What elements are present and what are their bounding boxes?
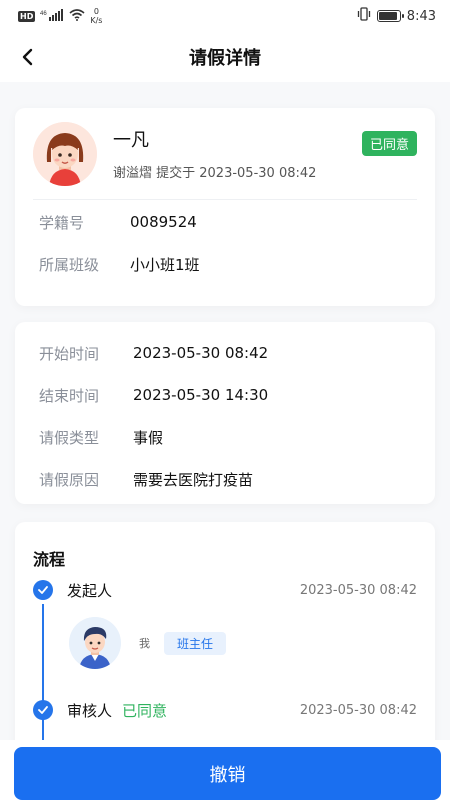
boy-avatar-icon <box>69 617 121 669</box>
step-time: 2023-05-30 08:42 <box>299 582 417 598</box>
girl-avatar-icon <box>33 121 97 186</box>
field-label: 所属班级 <box>39 255 100 274</box>
field-value: 事假 <box>133 428 164 447</box>
revoke-button[interactable]: 撤销 <box>14 747 441 800</box>
field-label: 学籍号 <box>39 213 85 232</box>
field-leave-type: 请假类型 事假 <box>39 416 411 458</box>
submitted-info: 谢溢熠 提交于 2023-05-30 08:42 <box>113 166 317 181</box>
field-student-id: 学籍号 0089524 <box>33 201 417 243</box>
field-value: 小小班1班 <box>130 255 200 274</box>
clock: 8:43 <box>406 8 436 24</box>
field-end-time: 结束时间 2023-05-30 14:30 <box>39 374 411 416</box>
vibrate-icon <box>357 7 371 25</box>
field-value: 需要去医院打疫苗 <box>133 470 254 489</box>
field-class: 所属班级 小小班1班 <box>33 243 417 285</box>
page-title: 请假详情 <box>189 48 261 69</box>
signal-icon: 46 <box>40 8 64 24</box>
check-icon <box>33 580 53 600</box>
field-value: 2023-05-30 14:30 <box>133 386 269 404</box>
step-label: 审核人 <box>67 701 113 720</box>
field-label: 结束时间 <box>39 386 100 405</box>
chevron-left-icon <box>22 48 33 66</box>
student-info: 一凡 谢溢熠 提交于 2023-05-30 08:42 <box>113 126 316 181</box>
process-timeline: 发起人 2023-05-30 08:42 我 班主任 审核人 已同意 2023-… <box>33 578 417 774</box>
status-right: 8:43 <box>357 7 436 25</box>
field-label: 开始时间 <box>39 344 100 363</box>
back-button[interactable] <box>12 41 44 73</box>
process-title: 流程 <box>33 550 66 569</box>
step-label: 发起人 <box>67 581 113 600</box>
student-name: 一凡 <box>113 130 149 151</box>
field-leave-reason: 请假原因 需要去医院打疫苗 <box>39 458 411 500</box>
bottom-action-bar: 撤销 <box>0 740 450 800</box>
student-card: 一凡 谢溢熠 提交于 2023-05-30 08:42 已同意 学籍号 0089… <box>15 108 435 306</box>
field-label: 请假原因 <box>39 470 100 489</box>
field-start-time: 开始时间 2023-05-30 08:42 <box>39 332 411 374</box>
role-tag: 班主任 <box>164 631 227 655</box>
field-value: 0089524 <box>130 213 197 231</box>
speed-unit: K/s <box>90 16 103 25</box>
step-person: 我 班主任 <box>69 617 417 669</box>
student-header: 一凡 谢溢熠 提交于 2023-05-30 08:42 已同意 <box>33 108 417 200</box>
step-initiator: 发起人 2023-05-30 08:42 <box>33 578 417 602</box>
status-left: HD 46 0 K/s <box>18 7 102 25</box>
check-icon <box>33 700 53 720</box>
network-speed: 0 K/s <box>90 7 102 25</box>
person-avatar <box>69 617 121 669</box>
leave-details-card: 开始时间 2023-05-30 08:42 结束时间 2023-05-30 14… <box>15 322 435 504</box>
student-avatar <box>33 121 97 186</box>
status-badge: 已同意 <box>361 131 417 156</box>
hd-indicator: HD <box>18 10 36 22</box>
person-name: 我 <box>139 637 150 650</box>
svg-text:46: 46 <box>40 11 47 17</box>
wifi-icon <box>69 8 85 24</box>
field-label: 请假类型 <box>39 428 100 447</box>
step-reviewer: 审核人 已同意 2023-05-30 08:42 <box>33 698 417 722</box>
speed-value: 0 <box>93 7 99 16</box>
field-value: 2023-05-30 08:42 <box>133 344 269 362</box>
battery-fill <box>378 12 397 20</box>
status-bar: HD 46 0 K/s 8:43 <box>0 0 450 32</box>
battery-icon <box>376 10 404 22</box>
step-time: 2023-05-30 08:42 <box>299 702 417 718</box>
navbar: 请假详情 <box>0 32 450 82</box>
step-status: 已同意 <box>122 701 168 720</box>
